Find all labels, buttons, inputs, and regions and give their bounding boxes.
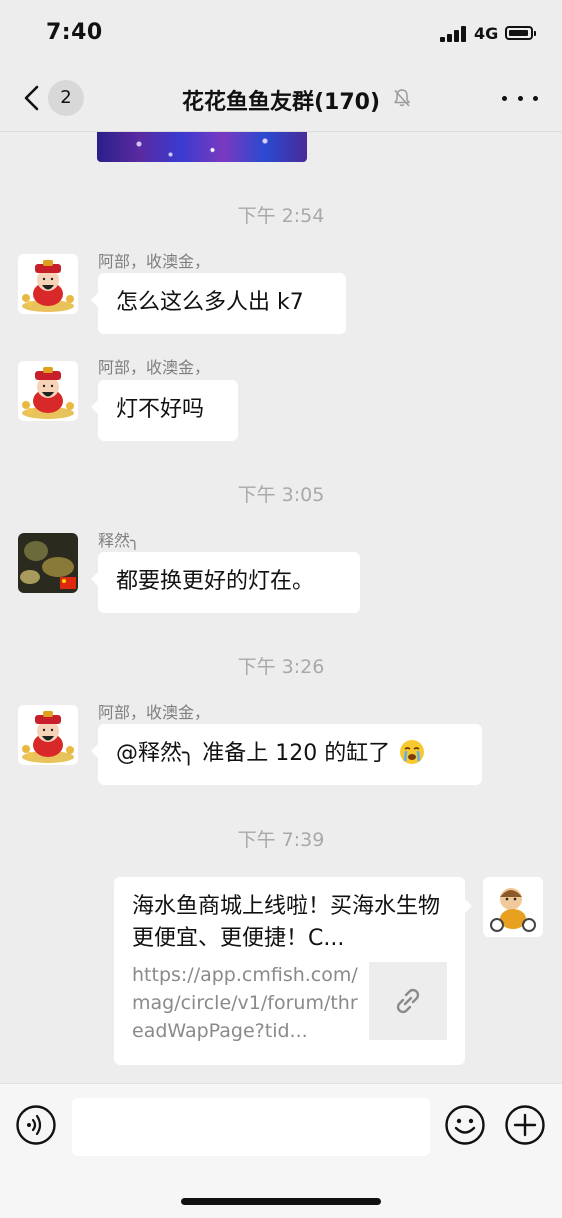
avatar-aquarium-photo: [18, 533, 78, 593]
link-thumbnail: [369, 962, 447, 1040]
voice-icon[interactable]: [15, 1104, 57, 1146]
timestamp: 下午 7:39: [237, 829, 325, 851]
unread-count-badge[interactable]: 2: [48, 80, 84, 116]
avatar-cartoon: [483, 877, 543, 937]
message-bubble[interactable]: 都要换更好的灯在。: [91, 552, 360, 613]
avatar[interactable]: [18, 361, 78, 421]
sender-name: 阿部，收澳金，: [98, 703, 211, 722]
emoji-icon[interactable]: [444, 1104, 486, 1146]
chat-header: 2 花花鱼鱼友群(170): [0, 66, 562, 132]
avatar[interactable]: [18, 705, 78, 765]
network-label: 4G: [474, 24, 499, 43]
battery-icon: [505, 26, 536, 40]
avatar-god-of-wealth: [18, 705, 78, 765]
sender-name: 阿部，收澳金，: [98, 358, 211, 377]
timestamp: 下午 2:54: [237, 205, 325, 227]
mute-icon: [394, 89, 410, 107]
chat-title: 花花鱼鱼友群(170): [181, 90, 381, 115]
more-icon[interactable]: [502, 86, 538, 110]
link-title: 海水鱼商城上线啦！买海水生物更便宜、更便捷！C...: [132, 894, 441, 951]
avatar-god-of-wealth: [18, 361, 78, 421]
message-text: @释然╮ 准备上 120 的缸了: [116, 741, 391, 766]
status-bar: 7:40 4G: [0, 0, 562, 66]
timestamp: 下午 3:26: [237, 656, 325, 678]
crying-emoji-icon: [400, 740, 425, 764]
avatar-self[interactable]: [483, 877, 543, 937]
avatar-god-of-wealth: [18, 254, 78, 314]
message-input[interactable]: [72, 1098, 430, 1156]
sender-name: 释然╮: [98, 531, 140, 550]
back-icon[interactable]: [20, 84, 44, 112]
link-url: https://app.cmfish.com/mag/circle/v1/for…: [132, 964, 358, 1042]
sender-name: 阿部，收澳金，: [98, 252, 211, 271]
image-message-thumbnail[interactable]: [97, 132, 307, 162]
avatar[interactable]: [18, 254, 78, 314]
timestamp: 下午 3:05: [237, 484, 325, 506]
message-bubble[interactable]: @释然╮ 准备上 120 的缸了: [91, 724, 482, 785]
home-indicator[interactable]: [181, 1198, 381, 1205]
plus-icon[interactable]: [504, 1104, 546, 1146]
message-bubble[interactable]: 灯不好吗: [91, 380, 238, 441]
link-card-message[interactable]: 海水鱼商城上线啦！买海水生物更便宜、更便捷！C... https://app.c…: [114, 877, 472, 1065]
avatar[interactable]: [18, 533, 78, 593]
status-time: 7:40: [46, 20, 103, 45]
link-icon: [396, 988, 420, 1014]
signal-icon: [440, 26, 467, 42]
message-bubble[interactable]: 怎么这么多人出 k7: [91, 273, 346, 334]
